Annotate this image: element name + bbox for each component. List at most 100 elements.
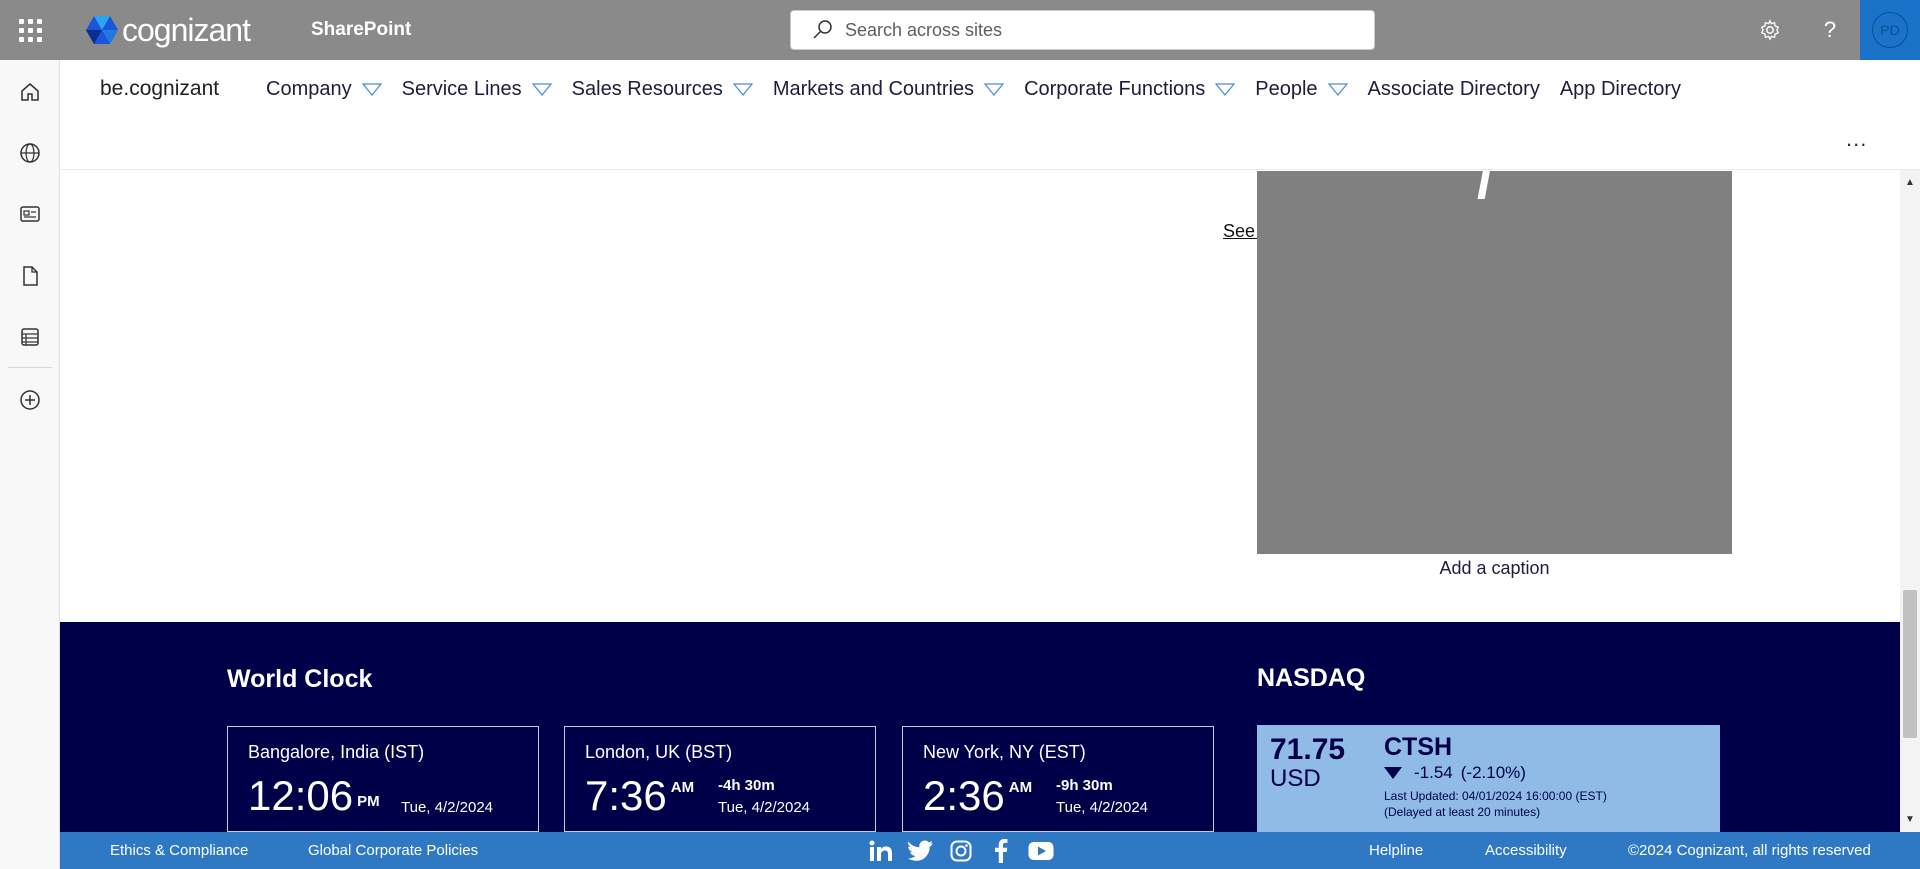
- footer-copyright: ©2024 Cognizant, all rights reserved: [1628, 842, 1871, 859]
- nav-item-label: Service Lines: [401, 78, 522, 100]
- nav-item-app-directory[interactable]: App Directory: [1560, 78, 1681, 101]
- clock-date: Tue, 4/2/2024: [1056, 799, 1149, 816]
- clock-ampm: AM: [1008, 779, 1033, 796]
- nav-item-corporate-functions[interactable]: Corporate Functions: [1024, 78, 1236, 101]
- nav-item-associate-directory[interactable]: Associate Directory: [1368, 78, 1540, 101]
- stock-change-percent: (-2.10%): [1460, 763, 1526, 782]
- more-options-button[interactable]: ...: [1846, 126, 1867, 152]
- chevron-down-icon[interactable]: [361, 82, 382, 97]
- stock-delay-note: (Delayed at least 20 minutes): [1384, 805, 1541, 819]
- clock-time-value: 12:06: [248, 772, 354, 819]
- account-button[interactable]: PD: [1860, 0, 1920, 60]
- scroll-up-arrow-icon[interactable]: ▲: [1905, 177, 1915, 188]
- news-icon[interactable]: [15, 199, 45, 229]
- globe-icon[interactable]: [15, 138, 45, 168]
- nasdaq-title: NASDAQ: [1257, 664, 1366, 692]
- nav-item-markets-and-countries[interactable]: Markets and Countries: [772, 78, 1005, 101]
- stock-currency: USD: [1270, 765, 1321, 792]
- chevron-down-icon[interactable]: [531, 82, 552, 97]
- brand-name: cognizant: [122, 11, 251, 48]
- clock-time: 12:06 PM: [248, 772, 380, 820]
- nav-item-company[interactable]: Company: [266, 78, 382, 101]
- stock-price: 71.75: [1270, 733, 1346, 766]
- nav-item-label: Company: [266, 78, 352, 100]
- clock-offset: -4h 30m: [718, 777, 775, 794]
- settings-gear-icon[interactable]: [1755, 15, 1785, 45]
- search-input[interactable]: [845, 19, 1325, 41]
- footer-link-ethics[interactable]: Ethics & Compliance: [110, 842, 248, 859]
- site-footer: Ethics & Compliance Global Corporate Pol…: [60, 832, 1920, 869]
- chevron-down-icon[interactable]: [984, 82, 1005, 97]
- app-bar-divider: [8, 367, 52, 368]
- clock-card-bangalore: Bangalore, India (IST) 12:06 PM Tue, 4/2/…: [227, 726, 539, 832]
- footer-link-policies[interactable]: Global Corporate Policies: [308, 842, 478, 859]
- image-caption[interactable]: Add a caption: [1257, 558, 1732, 579]
- facebook-icon[interactable]: [988, 838, 1014, 864]
- info-band: World Clock Bangalore, India (IST) 12:06…: [60, 622, 1900, 832]
- clock-ampm: PM: [357, 793, 380, 810]
- image-partial-glyph: /: [1477, 171, 1494, 211]
- cognizant-logo-icon: [86, 16, 118, 44]
- clock-date: Tue, 4/2/2024: [401, 799, 494, 816]
- nav-item-label: Sales Resources: [571, 78, 723, 100]
- clock-time: 7:36 AM: [585, 772, 694, 820]
- twitter-icon[interactable]: [908, 838, 934, 864]
- suite-bar: cognizant SharePoint ? PD: [0, 0, 1920, 60]
- image-placeholder[interactable]: /: [1257, 171, 1732, 554]
- nav-item-label: App Directory: [1559, 78, 1681, 100]
- hub-navigation: be.cognizant Company Service Lines Sales…: [60, 60, 1920, 170]
- clock-time-value: 7:36: [585, 772, 667, 819]
- nav-item-label: People: [1255, 78, 1318, 100]
- footer-link-accessibility[interactable]: Accessibility: [1485, 842, 1567, 859]
- social-links: [868, 838, 1068, 864]
- home-icon[interactable]: [15, 77, 45, 107]
- app-name[interactable]: SharePoint: [311, 19, 411, 41]
- clock-time-value: 2:36: [923, 772, 1005, 819]
- scroll-down-arrow-icon[interactable]: ▼: [1905, 814, 1915, 825]
- page-scrollbar[interactable]: ▲ ▼: [1900, 170, 1920, 832]
- stock-ticker-card: 71.75 USD CTSH -1.54 (-2.10%) Last Updat…: [1257, 725, 1720, 832]
- down-triangle-icon: [1384, 767, 1402, 779]
- clock-date: Tue, 4/2/2024: [718, 799, 811, 816]
- top-nav: Company Service Lines Sales Resources Ma…: [266, 78, 1701, 101]
- clock-card-new-york: New York, NY (EST) 2:36 AM -9h 30m Tue, 4…: [902, 726, 1214, 832]
- clock-city: London, UK (BST): [585, 742, 733, 762]
- clock-city: New York, NY (EST): [923, 742, 1086, 762]
- chevron-down-icon[interactable]: [1215, 82, 1236, 97]
- scrollbar-thumb[interactable]: [1903, 590, 1917, 738]
- stock-last-updated: Last Updated: 04/01/2024 16:00:00 (EST): [1384, 789, 1607, 803]
- chevron-down-icon[interactable]: [732, 82, 753, 97]
- clock-offset: -9h 30m: [1056, 777, 1113, 794]
- chevron-down-icon[interactable]: [1327, 82, 1348, 97]
- brand-logo[interactable]: cognizant: [84, 11, 251, 48]
- nav-item-label: Associate Directory: [1367, 78, 1540, 100]
- stock-change: -1.54 (-2.10%): [1384, 763, 1526, 783]
- search-icon: [813, 20, 832, 39]
- clock-time: 2:36 AM: [923, 772, 1032, 820]
- document-icon[interactable]: [15, 261, 45, 291]
- footer-link-helpline[interactable]: Helpline: [1369, 842, 1423, 859]
- create-add-icon[interactable]: [15, 385, 45, 415]
- nav-item-people[interactable]: People: [1255, 78, 1348, 101]
- nav-item-label: Markets and Countries: [772, 78, 975, 100]
- nav-item-sales-resources[interactable]: Sales Resources: [572, 78, 753, 101]
- app-launcher-icon[interactable]: [10, 10, 50, 50]
- stock-update-info: Last Updated: 04/01/2024 16:00:00 (EST) …: [1384, 788, 1607, 820]
- clock-card-london: London, UK (BST) 7:36 AM -4h 30m Tue, 4/2…: [564, 726, 876, 832]
- youtube-icon[interactable]: [1028, 838, 1054, 864]
- nav-item-label: Corporate Functions: [1024, 78, 1206, 100]
- clock-ampm: AM: [670, 779, 695, 796]
- site-title[interactable]: be.cognizant: [100, 77, 219, 101]
- stock-symbol: CTSH: [1384, 733, 1453, 761]
- app-bar: [0, 60, 60, 869]
- instagram-icon[interactable]: [948, 838, 974, 864]
- linkedin-icon[interactable]: [868, 838, 894, 864]
- help-icon[interactable]: ?: [1815, 15, 1845, 45]
- stock-change-value: -1.54: [1414, 763, 1453, 782]
- page-content: See all / Add a caption: [60, 170, 1900, 622]
- nav-item-service-lines[interactable]: Service Lines: [402, 78, 552, 101]
- lists-icon[interactable]: [15, 322, 45, 352]
- clock-city: Bangalore, India (IST): [248, 742, 425, 762]
- search-box[interactable]: [790, 10, 1375, 50]
- avatar: PD: [1872, 12, 1908, 48]
